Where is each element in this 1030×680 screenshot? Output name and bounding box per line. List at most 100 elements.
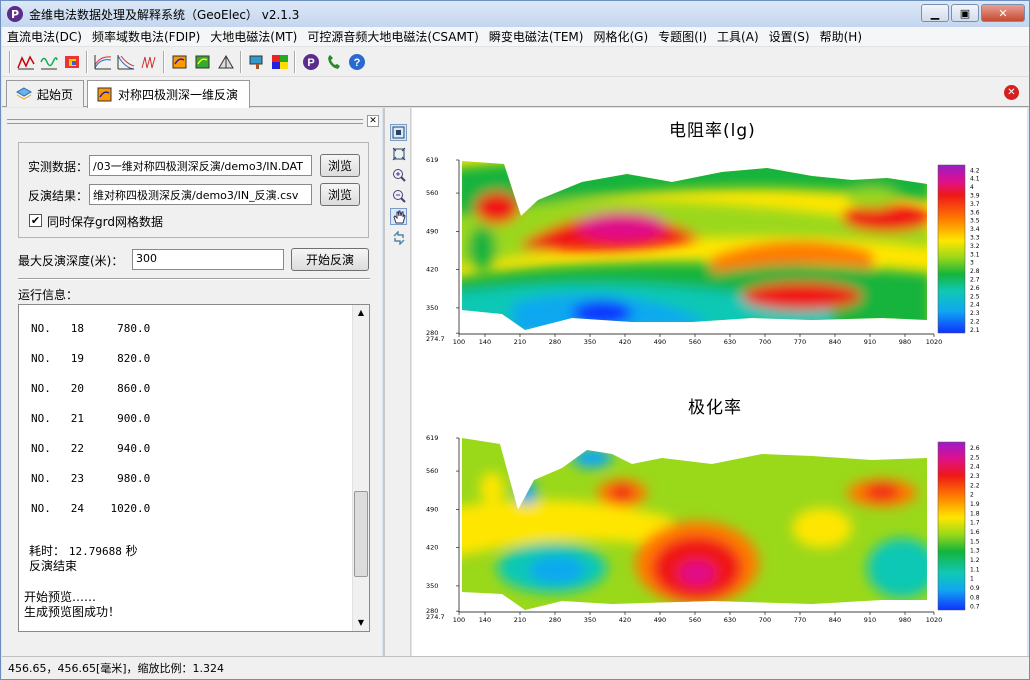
menu-mt[interactable]: 大地电磁法(MT) [205,28,302,45]
minimize-button[interactable]: ▁ [921,4,949,22]
x-tick-label: 840 [829,616,841,624]
maximize-button[interactable]: ▣ [951,4,979,22]
menu-dc[interactable]: 直流电法(DC) [2,28,87,45]
paint-tool-icon[interactable] [246,51,267,72]
log-row: NO. 19 820.0 [31,352,151,365]
polarizability-colorbar [937,441,966,611]
menu-csamt[interactable]: 可控源音频大地电磁法(CSAMT) [302,28,483,45]
preview-success-text: 生成预览图成功！ [24,605,121,619]
panel-close-icon[interactable]: ✕ [367,115,379,127]
menu-thematic[interactable]: 专题图(I) [653,28,712,45]
section-chart-icon[interactable] [115,51,136,72]
x-tick-label: 280 [549,338,561,346]
map-canvas[interactable]: 电阻率(lg) 极化率 100 140 210 280 350 420 490 … [412,108,1027,656]
inversion-panel: ✕ 实测数据： /03一维对称四极测深反演/demo3/IN.DAT 浏览 反演… [2,108,382,656]
tab-inversion[interactable]: 对称四极测深一维反演 [87,80,250,108]
x-tick-label: 700 [759,616,771,624]
x-tick-label: 630 [724,616,736,624]
y-tick-label: 274.7 [426,335,445,343]
x-tick-label: 490 [654,616,666,624]
max-depth-input[interactable]: 300 [132,249,284,270]
zoom-out-icon[interactable] [390,187,407,204]
result-label: 反演结果： [28,189,89,203]
log-row: NO. 23 980.0 [31,472,151,485]
x-tick-label: 1020 [926,338,943,346]
result-file-field[interactable]: 维对称四极测深反演/demo3/IN_反演.csv [89,184,312,205]
legend-label: 1.6 [970,529,980,536]
menu-fdip[interactable]: 频率域数电法(FDIP) [87,28,205,45]
y-tick-label: 420 [426,266,438,274]
legend-label: 1.3 [970,548,980,555]
menu-help[interactable]: 帮助(H) [815,28,867,45]
multi-curve-icon[interactable] [138,51,159,72]
resistivity-legend: 4.24.143.93.73.63.53.43.33.23.132.82.72.… [970,167,980,334]
help-icon[interactable]: ? [346,51,367,72]
inversion-icon[interactable] [169,51,190,72]
log-label: 运行信息： [18,288,79,302]
y-tick-label: 490 [426,227,438,235]
inversion-2-icon[interactable] [192,51,213,72]
panel-grip[interactable] [7,118,363,124]
x-tick-label: 630 [724,338,736,346]
browse-result-button[interactable]: 浏览 [320,183,360,206]
log-output[interactable]: NO. 18 780.0 NO. 19 820.0 NO. 20 860.0 N… [18,304,370,632]
x-tick-label: 1020 [926,616,943,624]
scroll-down-icon[interactable]: ▼ [353,615,369,631]
legend-label: 0.8 [970,594,980,601]
observed-file-field[interactable]: /03一维对称四极测深反演/demo3/IN.DAT [89,155,312,176]
logo-p-icon[interactable]: P [300,51,321,72]
zoom-in-icon[interactable] [390,166,407,183]
fit-extent-icon[interactable] [390,145,407,162]
scroll-up-icon[interactable]: ▲ [353,305,369,321]
max-depth-label: 最大反演深度(米)： [18,254,124,268]
status-bar: 456.65，456.65[毫米]，缩放比例：1.324 [2,656,1029,679]
legend-label: 3.4 [970,226,980,233]
toolbar-separator [240,50,242,73]
scroll-thumb[interactable] [354,491,368,577]
curve-chart-icon[interactable] [15,51,36,72]
pan-hand-icon[interactable] [390,208,407,225]
log-row: NO. 21 900.0 [31,412,151,425]
legend-label: 2.2 [970,319,980,326]
legend-label: 2.1 [970,327,980,334]
legend-label: 3.9 [970,193,980,200]
browse-observed-button[interactable]: 浏览 [320,154,360,177]
contour-map-icon[interactable] [92,51,113,72]
menu-grid[interactable]: 网格化(G) [588,28,653,45]
color-grid-icon[interactable] [269,51,290,72]
menu-tools[interactable]: 工具(A) [712,28,764,45]
x-tick-label: 910 [864,616,876,624]
legend-label: 4.2 [970,167,980,174]
divider [18,278,370,280]
x-tick-label: 420 [619,616,631,624]
resistivity-contour-map [462,161,927,330]
close-button[interactable]: ✕ [981,4,1025,22]
start-inversion-button[interactable]: 开始反演 [291,248,369,271]
close-tab-icon[interactable]: ✕ [1004,85,1019,100]
legend-label: 3.2 [970,243,980,250]
menu-settings[interactable]: 设置(S) [764,28,815,45]
toolbar-separator [163,50,165,73]
legend-label: 2.8 [970,268,980,275]
menu-tem[interactable]: 瞬变电磁法(TEM) [484,28,589,45]
palette-icon[interactable] [61,51,82,72]
wave-chart-icon[interactable] [38,51,59,72]
log-scrollbar[interactable]: ▲ ▼ [352,305,369,631]
x-tick-label: 840 [829,338,841,346]
inversion-done-text: 反演结束 [29,559,78,573]
x-tick-label: 100 [453,338,465,346]
legend-label: 3 [970,260,974,267]
status-text: 456.65，456.65[毫米]，缩放比例：1.324 [8,662,225,675]
app-logo-icon: P [7,6,23,22]
y-tick-label: 619 [426,434,438,442]
legend-label: 2.6 [970,285,980,292]
phone-icon[interactable] [323,51,344,72]
observed-label: 实测数据： [28,160,89,174]
refresh-icon[interactable] [390,229,407,246]
x-tick-label: 100 [453,616,465,624]
select-tool-icon[interactable] [390,124,407,141]
save-grid-checkbox[interactable]: ✔ [29,214,42,227]
legend-label: 2.4 [970,464,980,471]
triangle-icon[interactable] [215,51,236,72]
tab-start-page[interactable]: 起始页 [6,80,84,107]
